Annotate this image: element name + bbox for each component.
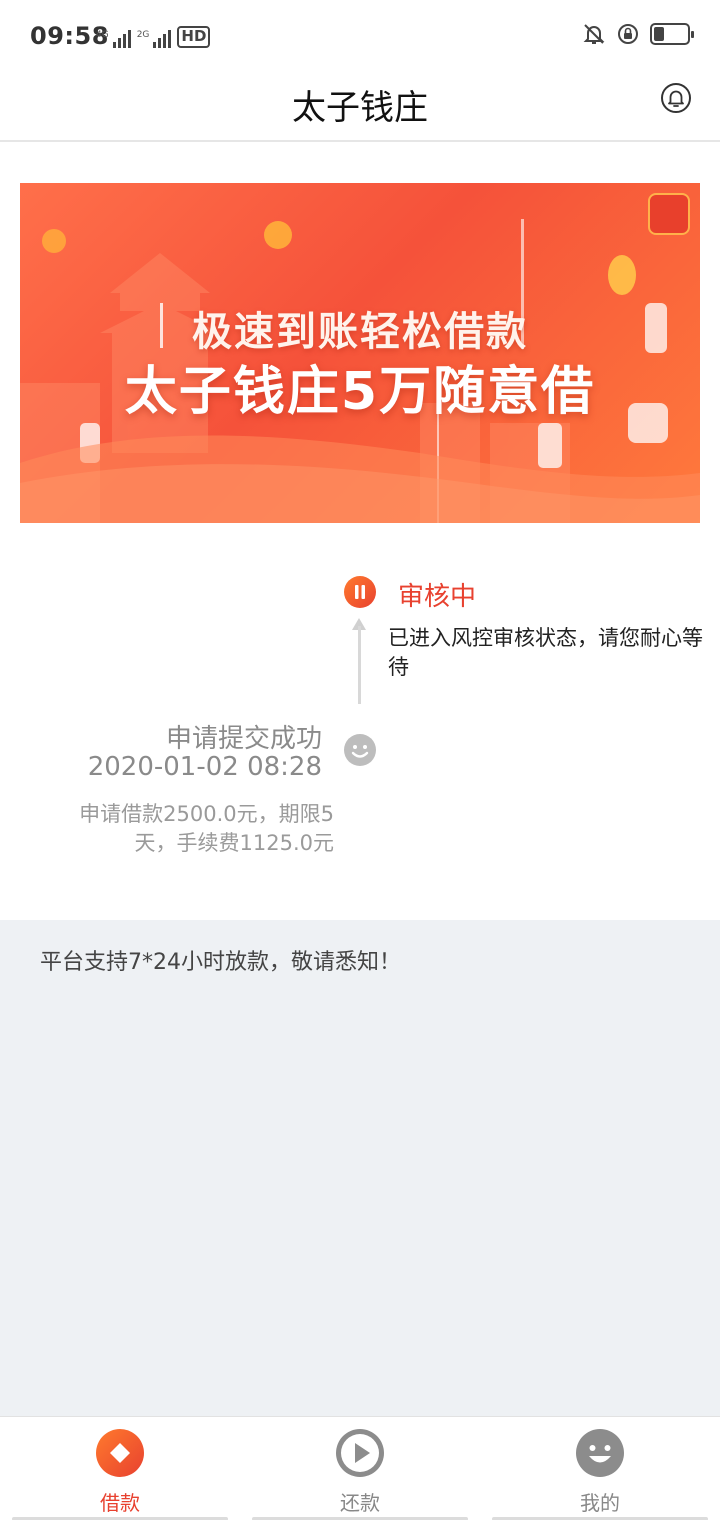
status-right [582, 22, 694, 46]
bottom-nav: 借款 还款 我的 [0, 1416, 720, 1520]
smiley-icon [576, 1429, 624, 1477]
notice-text: 平台支持7*24小时放款，敬请悉知！ [40, 950, 401, 975]
nav-label-borrow: 借款 [100, 1491, 140, 1515]
loan-detail: 申请借款2500.0元，期限5天，手续费1125.0元 [79, 802, 334, 855]
nav-item-mine[interactable]: 我的 [480, 1417, 720, 1520]
battery-level [654, 27, 664, 41]
notice-area: 平台支持7*24小时放款，敬请悉知！ [0, 920, 720, 1416]
app-header: 太子钱庄 [0, 72, 720, 142]
sim2-tag: 2G [136, 30, 150, 40]
page-title: 太子钱庄 [292, 88, 428, 128]
mute-bell-icon [583, 24, 605, 44]
nav-label-repay: 还款 [340, 1491, 380, 1515]
play-icon [336, 1429, 384, 1477]
signal-icon: 4G [96, 30, 131, 48]
smiley-icon [344, 734, 376, 766]
brand-logo [648, 193, 690, 235]
banner-slogan: 太子钱庄5万随意借 [124, 362, 596, 422]
pause-icon [344, 576, 376, 608]
nav-item-repay[interactable]: 还款 [240, 1417, 480, 1520]
signal-icon: 2G [137, 30, 172, 48]
battery-icon [650, 23, 694, 45]
nav-item-borrow[interactable]: 借款 [0, 1417, 240, 1520]
review-status: 审核中 [398, 582, 477, 612]
network-indicators: 4G 2G HD [96, 24, 211, 48]
sim1-tag: 4G [96, 30, 109, 40]
diamond-icon [96, 1429, 144, 1477]
promo-banner[interactable]: 极速到账轻松借款 太子钱庄5万随意借 [20, 183, 700, 523]
bell-icon[interactable] [660, 82, 692, 114]
application-timeline: 审核中 已进入风控审核状态，请您耐心等待 申请提交成功 2020-01-02 0… [0, 560, 720, 920]
rotation-lock-icon [618, 24, 638, 44]
status-bar: 09:58 4G 2G HD [0, 0, 720, 72]
hd-icon: HD [177, 26, 211, 48]
review-description: 已进入风控审核状态，请您耐心等待 [388, 626, 703, 679]
submit-status: 申请提交成功 [165, 724, 322, 754]
nav-label-mine: 我的 [580, 1491, 620, 1515]
timeline-connector [358, 626, 361, 704]
submit-timestamp: 2020-01-02 08:28 [87, 752, 322, 782]
